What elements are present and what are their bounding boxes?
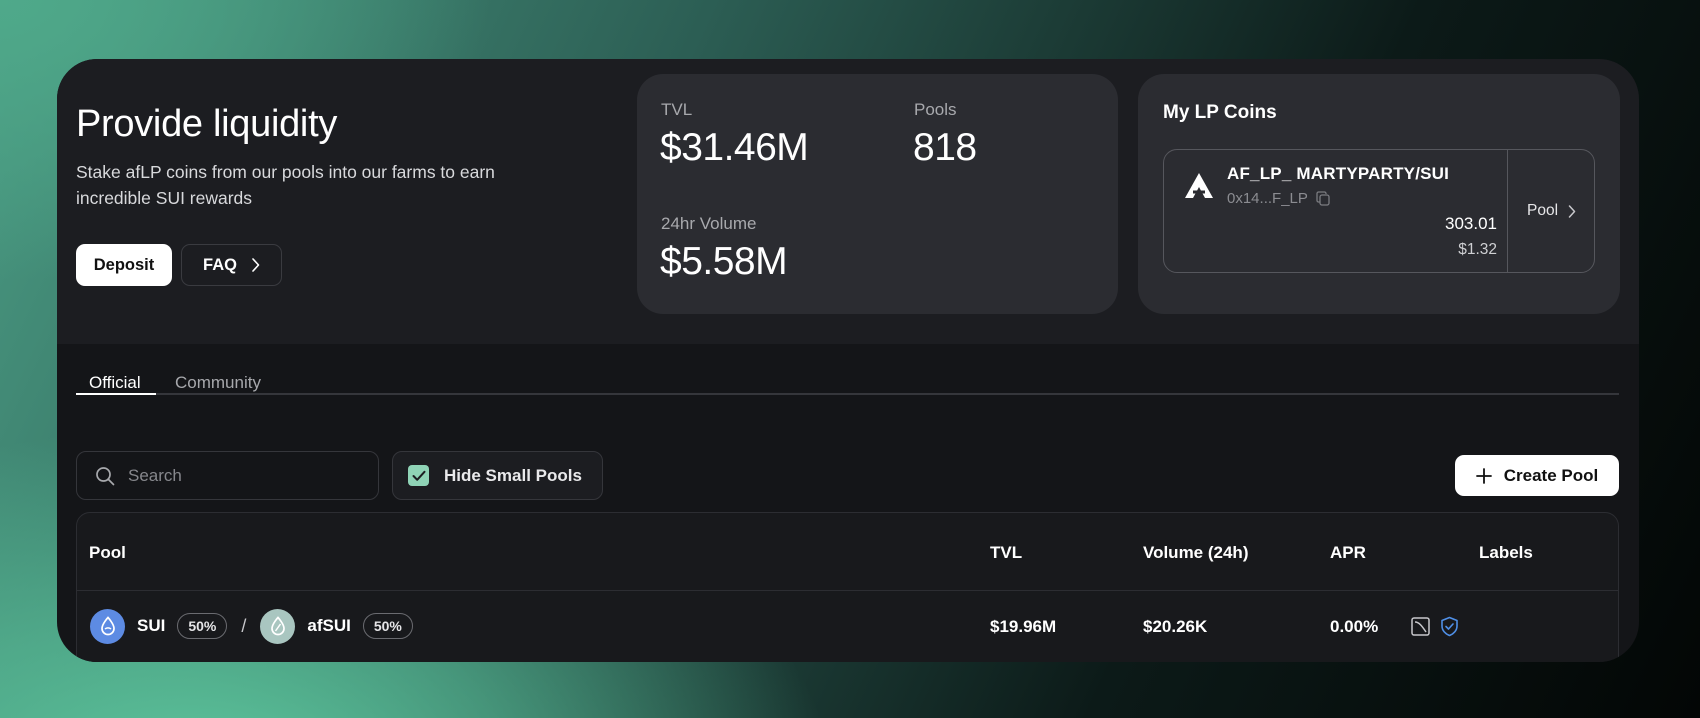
checkmark-icon	[412, 470, 425, 481]
faq-label: FAQ	[203, 255, 237, 274]
volume-value: $5.58M	[660, 240, 788, 283]
deposit-button[interactable]: Deposit	[76, 244, 172, 286]
sui-coin-icon	[90, 608, 125, 644]
header-apr[interactable]: APR	[1330, 543, 1366, 563]
row-apr: 0.00%	[1330, 617, 1379, 636]
pair-separator: /	[241, 615, 247, 636]
header-labels: Labels	[1479, 543, 1533, 562]
row-tvl: $19.96M	[990, 617, 1057, 636]
coin-b-weight-badge: 50%	[362, 613, 413, 639]
lp-coin-usd: $1.32	[1458, 241, 1497, 258]
pool-tabs: Official Community	[76, 344, 1619, 395]
tab-official[interactable]: Official	[89, 373, 141, 393]
pools-table: Pool TVL Volume (24h) APR Labels SUI 50%…	[76, 512, 1619, 662]
lp-pool-label: Pool	[1526, 202, 1559, 219]
search-box[interactable]	[76, 451, 379, 500]
row-volume: $20.26K	[1143, 617, 1208, 636]
verified-shield-icon	[1441, 616, 1458, 637]
chevron-right-icon	[252, 258, 260, 272]
lp-coins-panel: My LP Coins AF_LP_ MARTYPARTY/SUI 0x14..…	[1138, 74, 1620, 314]
page-description: Stake afLP coins from our pools into our…	[76, 162, 495, 208]
header-volume[interactable]: Volume (24h)	[1143, 543, 1248, 563]
search-icon	[96, 466, 115, 485]
create-pool-button[interactable]: Create Pool	[1455, 455, 1619, 496]
table-row[interactable]: SUI 50% / afSUI 50% $19.96M $20.26K 0.00…	[77, 592, 1618, 662]
tvl-value: $31.46M	[660, 126, 809, 169]
copy-icon[interactable]	[1316, 191, 1330, 206]
coin-b-name: afSUI	[307, 616, 351, 635]
afsui-coin-icon	[260, 608, 296, 644]
page-title: Provide liquidity	[76, 103, 338, 145]
plus-icon	[1475, 467, 1492, 484]
create-pool-label: Create Pool	[1503, 465, 1599, 485]
lp-pool-link[interactable]: Pool	[1508, 150, 1595, 272]
search-input[interactable]	[128, 465, 358, 486]
row-labels	[1411, 616, 1459, 637]
tab-community[interactable]: Community	[175, 373, 261, 393]
stats-panel: TVL $31.46M Pools 818 24hr Volume $5.58M	[637, 74, 1118, 314]
liquidity-card: Provide liquidity Stake afLP coins from …	[57, 59, 1639, 662]
lp-coin-address: 0x14...F_LP	[1227, 190, 1330, 207]
header-section: Provide liquidity Stake afLP coins from …	[57, 59, 1639, 344]
header-pool[interactable]: Pool	[89, 543, 126, 563]
aftermath-logo-icon	[1185, 173, 1213, 198]
lp-coin-info: AF_LP_ MARTYPARTY/SUI 0x14...F_LP 303.01…	[1164, 150, 1508, 272]
pools-label: Pools	[914, 100, 957, 119]
coin-a-name: SUI	[137, 616, 166, 635]
lp-coin-name: AF_LP_ MARTYPARTY/SUI	[1227, 164, 1450, 183]
faq-button[interactable]: FAQ	[181, 244, 282, 286]
deposit-label: Deposit	[93, 255, 155, 274]
table-header: Pool TVL Volume (24h) APR Labels	[77, 513, 1618, 591]
chevron-right-icon	[1568, 204, 1576, 218]
pools-value: 818	[913, 126, 977, 169]
lp-coin-item[interactable]: AF_LP_ MARTYPARTY/SUI 0x14...F_LP 303.01…	[1163, 149, 1595, 273]
pool-cell: SUI 50% / afSUI 50%	[90, 608, 413, 644]
tvl-label: TVL	[661, 100, 693, 119]
header-tvl[interactable]: TVL	[990, 543, 1022, 563]
lp-coin-amount: 303.01	[1445, 214, 1497, 233]
volume-label: 24hr Volume	[661, 214, 757, 233]
hide-small-pools-toggle[interactable]: Hide Small Pools	[392, 451, 603, 500]
coin-a-weight-badge: 50%	[177, 613, 228, 639]
stable-icon	[1411, 617, 1430, 636]
hide-small-pools-label: Hide Small Pools	[444, 465, 582, 485]
lp-coins-title: My LP Coins	[1163, 102, 1277, 123]
active-tab-indicator	[76, 393, 156, 395]
lp-coin-address-text: 0x14...F_LP	[1227, 190, 1308, 207]
hide-small-pools-checkbox[interactable]	[408, 465, 429, 486]
